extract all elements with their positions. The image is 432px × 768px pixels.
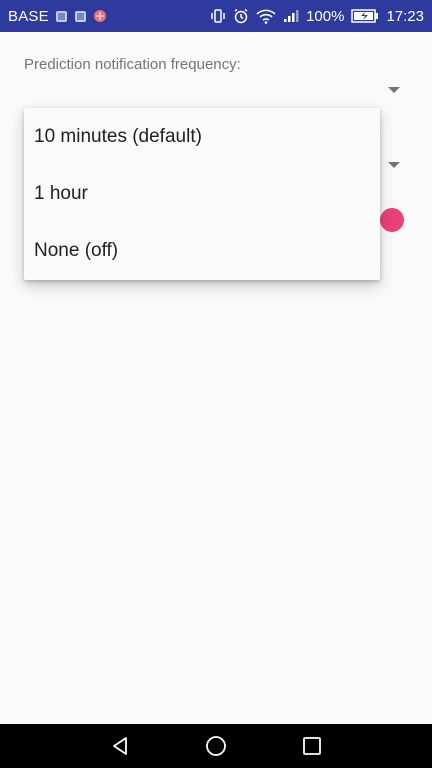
- home-icon[interactable]: [186, 724, 246, 768]
- back-icon[interactable]: [90, 724, 150, 768]
- battery-percent: 100%: [306, 7, 345, 25]
- recents-icon[interactable]: [282, 724, 342, 768]
- dropdown-option-1-hour[interactable]: 1 hour: [24, 165, 380, 222]
- sim-icon: [74, 10, 87, 23]
- dropdown-arrow-icon[interactable]: [388, 162, 400, 168]
- prediction-frequency-label: Prediction notification frequency:: [24, 56, 241, 73]
- dropdown-option-10-minutes[interactable]: 10 minutes (default): [24, 108, 380, 165]
- dropdown-arrow-icon[interactable]: [388, 87, 400, 93]
- sim-icon: [55, 10, 68, 23]
- battery-icon: [351, 9, 379, 23]
- clock: 17:23: [386, 7, 424, 25]
- alarm-icon: [233, 8, 249, 24]
- wifi-icon: [256, 8, 276, 24]
- toggle-switch-thumb[interactable]: [380, 208, 404, 232]
- status-left: BASE: [8, 8, 107, 25]
- app-notification-icon: [93, 9, 107, 23]
- vibrate-icon: [210, 8, 226, 24]
- frequency-dropdown-menu: 10 minutes (default) 1 hour None (off): [24, 108, 380, 280]
- signal-icon: [283, 9, 299, 23]
- status-bar: BASE 100% 17:23: [0, 0, 432, 32]
- dropdown-option-none[interactable]: None (off): [24, 222, 380, 279]
- navigation-bar: [0, 724, 432, 768]
- status-right: 100% 17:23: [210, 8, 424, 25]
- carrier-label: BASE: [8, 7, 49, 25]
- settings-screen: Prediction notification frequency: 10 mi…: [0, 32, 432, 724]
